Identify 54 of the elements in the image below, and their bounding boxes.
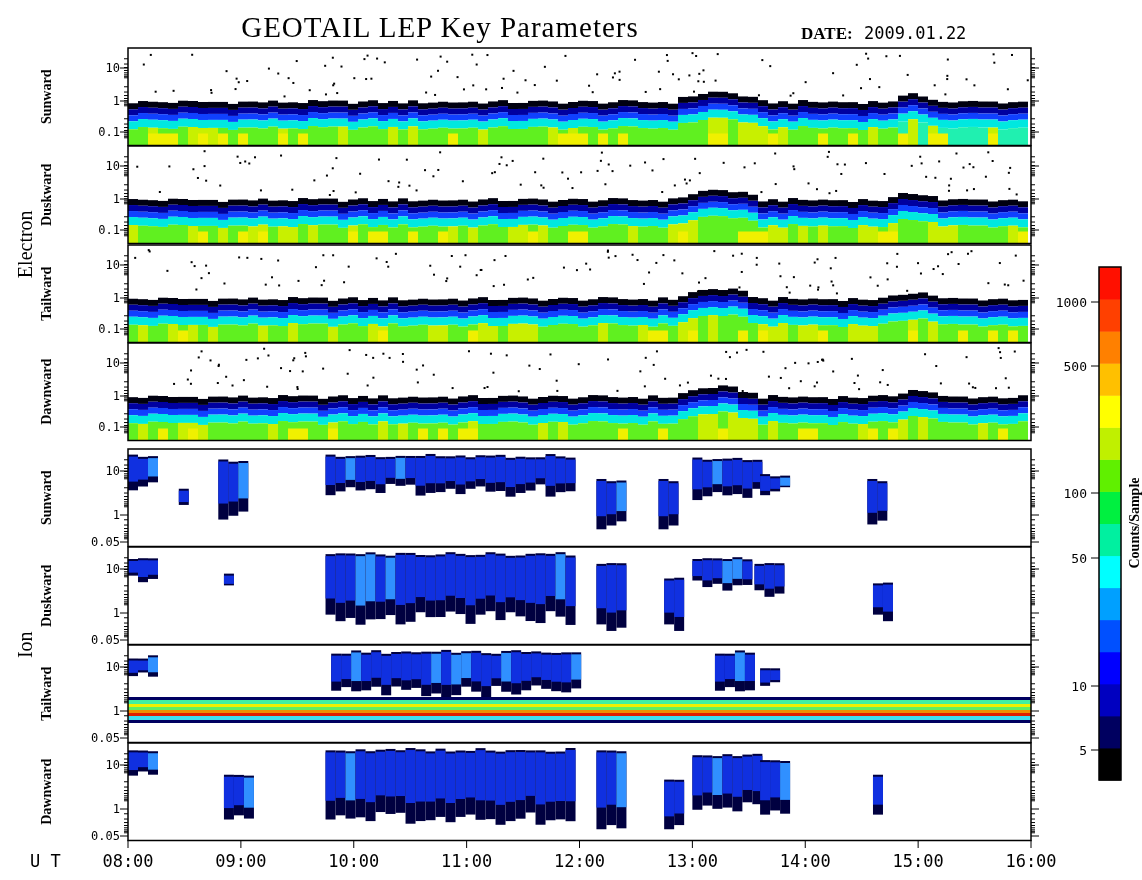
y-tick-label: 10 bbox=[105, 356, 120, 370]
x-tick-label: 14:00 bbox=[779, 851, 831, 871]
x-tick-label: 10:00 bbox=[328, 851, 380, 871]
y-tick-label: 0.05 bbox=[91, 731, 120, 745]
y-tick-label: 1 bbox=[112, 802, 120, 816]
date-label: DATE: bbox=[801, 24, 853, 43]
panel-label: Tailward bbox=[39, 666, 54, 721]
x-axis-label: U T bbox=[30, 851, 61, 871]
color-scale-label: Counts/Sample bbox=[1127, 477, 1142, 569]
y-tick-label: 0.05 bbox=[91, 633, 120, 647]
x-tick-label: 09:00 bbox=[215, 851, 267, 871]
y-tick-label: 10 bbox=[105, 258, 120, 272]
panel-label: Sunward bbox=[39, 470, 54, 525]
color-scale-tick-label: 5 bbox=[1079, 743, 1087, 758]
group-label: Ion bbox=[14, 631, 36, 659]
panel-label: Dawnward bbox=[39, 758, 54, 825]
x-tick-label: 13:00 bbox=[666, 851, 718, 871]
panel-label: Tailward bbox=[39, 266, 54, 321]
y-tick-label: 0.05 bbox=[91, 535, 120, 549]
y-tick-label: 10 bbox=[105, 464, 120, 478]
panel-label: Duskward bbox=[39, 163, 54, 226]
panel-label: Sunward bbox=[39, 69, 54, 124]
color-scale-tick-label: 10 bbox=[1071, 679, 1087, 694]
y-tick-label: 10 bbox=[105, 562, 120, 576]
y-tick-label: 10 bbox=[105, 758, 120, 772]
y-tick-label: 10 bbox=[105, 61, 120, 75]
group-label: Electron bbox=[14, 210, 36, 279]
y-tick-label: 10 bbox=[105, 660, 120, 674]
date-value: 2009.01.22 bbox=[864, 23, 967, 43]
y-tick-label: 0.1 bbox=[98, 420, 120, 434]
figure-title: GEOTAIL LEP Key Parameters bbox=[241, 11, 639, 43]
y-tick-label: 1 bbox=[112, 508, 120, 522]
y-tick-label: 1 bbox=[112, 94, 120, 108]
y-tick-label: 0.1 bbox=[98, 223, 120, 237]
x-tick-label: 12:00 bbox=[553, 851, 606, 871]
y-tick-label: 1 bbox=[112, 389, 120, 403]
x-tick-label: 15:00 bbox=[892, 851, 944, 871]
color-scale-tick-label: 500 bbox=[1063, 359, 1087, 374]
x-tick-label: 16:00 bbox=[1005, 851, 1057, 871]
y-tick-label: 1 bbox=[112, 192, 120, 206]
y-tick-label: 1 bbox=[112, 606, 120, 620]
y-tick-label: 1 bbox=[112, 291, 120, 305]
x-tick-label: 08:00 bbox=[102, 851, 154, 871]
y-tick-label: 0.1 bbox=[98, 322, 120, 336]
y-tick-label: 0.1 bbox=[98, 125, 120, 139]
panel-label: Dawnward bbox=[39, 358, 54, 425]
color-scale-tick-label: 1000 bbox=[1055, 295, 1087, 310]
color-scale-tick-label: 50 bbox=[1071, 551, 1087, 566]
y-tick-label: 1 bbox=[112, 704, 120, 718]
y-tick-label: 10 bbox=[105, 159, 120, 173]
y-tick-label: 0.05 bbox=[91, 829, 120, 843]
x-tick-label: 11:00 bbox=[441, 851, 493, 871]
color-scale-tick-label: 100 bbox=[1063, 486, 1087, 501]
panel-label: Duskward bbox=[39, 564, 54, 627]
